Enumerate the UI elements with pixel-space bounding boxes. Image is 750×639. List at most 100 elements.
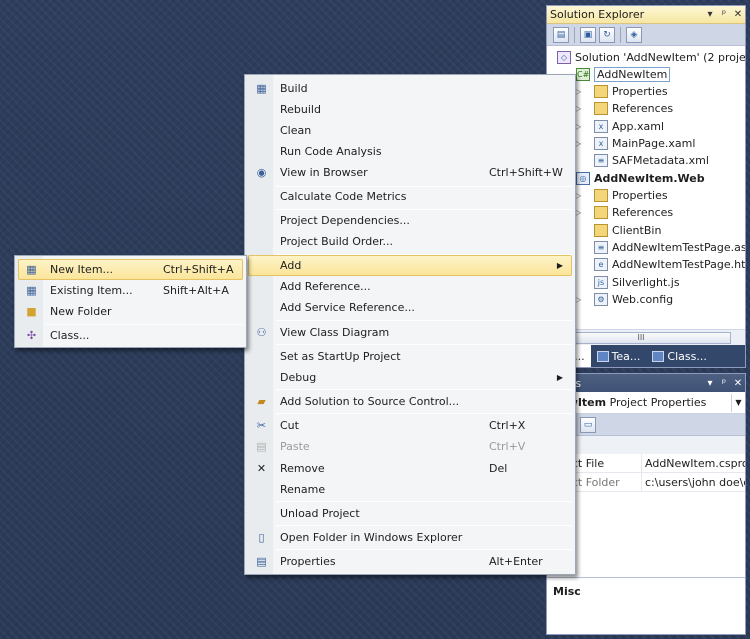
tree-item-app-xaml[interactable]: x App.xaml — [594, 118, 664, 135]
properties-toolbar-icon[interactable]: ▤ — [553, 26, 569, 43]
menu-item-project-dependencies[interactable]: Project Dependencies... — [248, 210, 572, 231]
description-title: Misc — [553, 585, 581, 598]
tree-item-addnewitem-web[interactable]: ◎ AddNewItem.Web — [576, 170, 705, 187]
tree-item-label: AddNewItemTestPage.asp — [612, 241, 746, 254]
close-icon[interactable]: ✕ — [731, 378, 745, 389]
pin-icon[interactable]: ᵖ — [717, 9, 731, 20]
menu-item-new-folder[interactable]: ■ New Folder — [18, 301, 243, 322]
class-view-icon — [652, 350, 665, 362]
menu-item-rebuild[interactable]: Rebuild — [248, 99, 572, 120]
existing-item-icon: ▦ — [26, 284, 37, 297]
tree-item-addnewitem[interactable]: C# AddNewItem — [576, 66, 671, 83]
menu-item-label: Add Solution to Source Control... — [280, 395, 460, 408]
tree-item-references[interactable]: References — [594, 100, 673, 117]
menu-item-label: Run Code Analysis — [280, 145, 382, 158]
js-file-icon: js — [594, 276, 608, 289]
property-pages-icon[interactable]: ▭ — [580, 416, 596, 433]
menu-item-open-folder[interactable]: ▯ Open Folder in Windows Explorer — [248, 527, 572, 548]
menu-item-clean[interactable]: Clean — [248, 120, 572, 141]
menu-item-cut[interactable]: ✂ Cut Ctrl+X — [248, 415, 572, 436]
menu-item-remove[interactable]: ✕ Remove Del — [248, 458, 572, 479]
solution-explorer-titlebar[interactable]: Solution Explorer ▾ ᵖ ✕ — [547, 6, 745, 24]
object-selector[interactable]: NewItem Project Properties ▼ — [547, 392, 745, 414]
property-row[interactable]: roject File AddNewItem.cspro — [547, 454, 745, 473]
tab-label: Tea... — [611, 349, 641, 363]
show-all-files-icon[interactable]: ▣ — [580, 26, 596, 43]
view-class-diagram-icon[interactable]: ◈ — [626, 26, 642, 43]
menu-item-debug[interactable]: Debug ▶ — [248, 367, 572, 388]
properties-titlebar[interactable]: erties ▾ ᵖ ✕ — [547, 374, 745, 392]
horizontal-scrollbar[interactable]: III — [547, 329, 745, 345]
menu-item-label: New Folder — [50, 305, 112, 318]
menu-item-label: New Item... — [50, 263, 114, 276]
chevron-down-icon[interactable]: ▼ — [731, 393, 745, 412]
tree-item-properties[interactable]: Properties — [594, 83, 668, 100]
menu-item-add[interactable]: Add ▶ — [248, 255, 572, 276]
scrollbar-thumb[interactable]: III — [551, 331, 731, 344]
menu-separator — [276, 525, 572, 526]
tree-item-web-references[interactable]: References — [594, 204, 673, 221]
menu-item-label: View in Browser — [280, 166, 368, 179]
tree-item-label: SAFMetadata.xml — [612, 154, 709, 167]
tree-item-safmetadata[interactable]: ≡ SAFMetadata.xml — [594, 152, 709, 169]
menu-item-view-class-diagram[interactable]: ⚇ View Class Diagram — [248, 322, 572, 343]
property-category[interactable]: Misc — [547, 436, 745, 454]
tree-item-testpage-aspx[interactable]: ≡ AddNewItemTestPage.asp — [594, 239, 746, 256]
submenu-arrow-icon: ▶ — [556, 373, 563, 382]
menu-item-view-in-browser[interactable]: ◉ View in Browser Ctrl+Shift+W — [248, 162, 572, 183]
menu-item-properties[interactable]: ▤ Properties Alt+Enter — [248, 551, 572, 572]
open-folder-icon: ▯ — [258, 531, 265, 544]
menu-item-paste[interactable]: ▤ Paste Ctrl+V — [248, 436, 572, 457]
menu-item-add-reference[interactable]: Add Reference... — [248, 276, 572, 297]
tab-class-view[interactable]: Class... — [646, 345, 712, 367]
pin-icon[interactable]: ᵖ — [717, 378, 731, 389]
menu-item-label: Cut — [280, 419, 299, 432]
menu-item-label: Open Folder in Windows Explorer — [280, 531, 463, 544]
menu-item-shortcut: Shift+Alt+A — [163, 284, 229, 297]
menu-separator — [276, 413, 572, 414]
menu-item-shortcut: Ctrl+Shift+A — [163, 263, 234, 276]
menu-item-unload-project[interactable]: Unload Project — [248, 503, 572, 524]
tree-item-silverlight-js[interactable]: js Silverlight.js — [594, 274, 680, 291]
menu-item-set-startup-project[interactable]: Set as StartUp Project — [248, 346, 572, 367]
tree-item-web-config[interactable]: ⚙ Web.config — [594, 291, 673, 308]
references-folder-icon — [594, 102, 608, 115]
tab-team-explorer[interactable]: Tea... — [591, 345, 647, 367]
tree-item-label: AddNewItem — [594, 67, 671, 82]
dropdown-icon[interactable]: ▾ — [703, 378, 717, 389]
toolbar-separator — [620, 26, 621, 43]
menu-item-label: Class... — [50, 329, 90, 342]
menu-item-calculate-code-metrics[interactable]: Calculate Code Metrics — [248, 186, 572, 207]
menu-item-label: Project Build Order... — [280, 235, 393, 248]
property-row[interactable]: roject Folder c:\users\john doe\c — [547, 473, 745, 492]
menu-item-project-build-order[interactable]: Project Build Order... — [248, 231, 572, 252]
close-icon[interactable]: ✕ — [731, 9, 745, 20]
selected-object-type: Project Properties — [609, 396, 707, 409]
menu-item-existing-item[interactable]: ▦ Existing Item... Shift+Alt+A — [18, 280, 243, 301]
tree-item-solution[interactable]: ◇ Solution 'AddNewItem' (2 projec — [557, 49, 745, 66]
aspx-file-icon: ≡ — [594, 241, 608, 254]
tree-item-clientbin[interactable]: ClientBin — [594, 222, 661, 239]
menu-item-rename[interactable]: Rename — [248, 479, 572, 500]
tree-item-label: Properties — [612, 85, 668, 98]
menu-item-add-service-reference[interactable]: Add Service Reference... — [248, 297, 572, 318]
property-value[interactable]: c:\users\john doe\c — [642, 473, 745, 491]
tree-item-web-properties[interactable]: Properties — [594, 187, 668, 204]
dropdown-icon[interactable]: ▾ — [703, 9, 717, 20]
property-description: Misc — [547, 577, 745, 634]
tree-item-label: References — [612, 206, 674, 219]
menu-item-label: Build — [280, 82, 308, 95]
browser-icon: ◉ — [256, 166, 267, 179]
tree-item-mainpage-xaml[interactable]: x MainPage.xaml — [594, 135, 695, 152]
refresh-icon[interactable]: ↻ — [599, 26, 615, 43]
tree-item-testpage-html[interactable]: e AddNewItemTestPage.htm — [594, 256, 745, 273]
properties-icon: ▤ — [256, 555, 267, 568]
xaml-file-icon: x — [594, 120, 608, 133]
menu-item-run-code-analysis[interactable]: Run Code Analysis — [248, 141, 572, 162]
menu-item-class[interactable]: ✣ Class... — [18, 325, 243, 346]
menu-item-add-to-source-control[interactable]: ▰ Add Solution to Source Control... — [248, 391, 572, 412]
property-value[interactable]: AddNewItem.cspro — [642, 454, 745, 472]
menu-item-new-item[interactable]: ▦ New Item... Ctrl+Shift+A — [18, 259, 243, 280]
menu-item-build[interactable]: ▦ Build — [248, 78, 572, 99]
properties-folder-icon — [594, 189, 608, 202]
